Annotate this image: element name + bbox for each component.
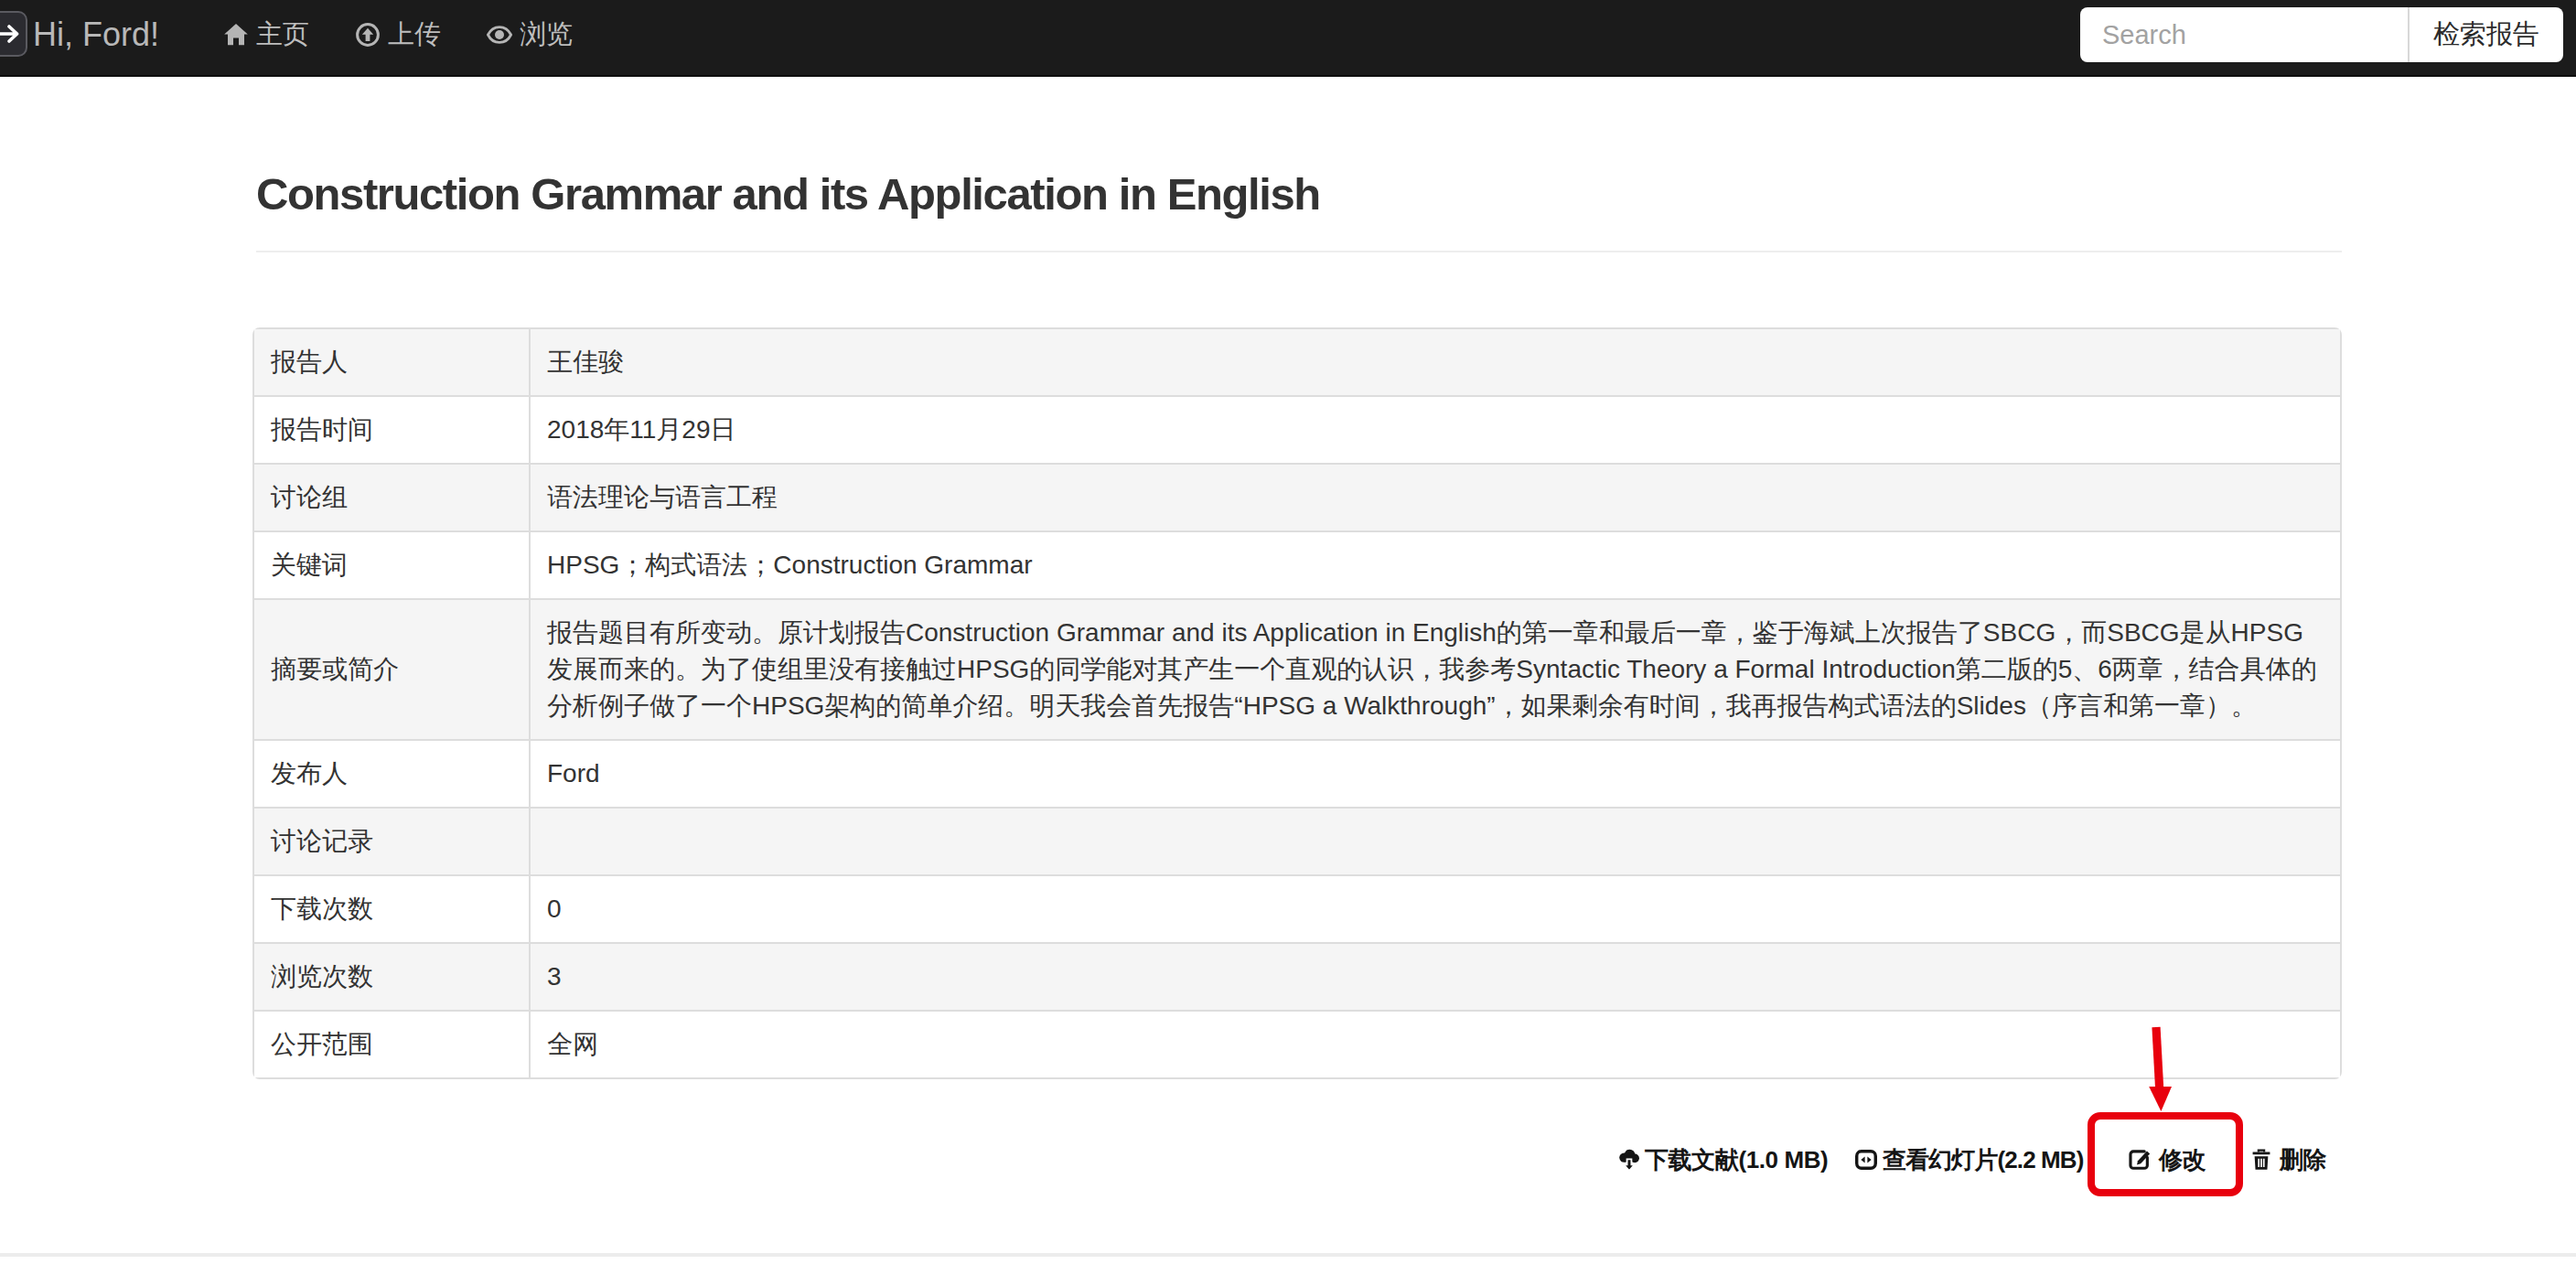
row-value <box>530 808 2341 875</box>
row-label: 讨论组 <box>253 464 530 531</box>
nav-item-browse-label: 浏览 <box>520 16 573 53</box>
row-value: 王佳骏 <box>530 328 2341 396</box>
row-value: Ford <box>530 740 2341 808</box>
row-value: 0 <box>530 875 2341 943</box>
table-row: 报告时间2018年11月29日 <box>253 396 2341 464</box>
row-label: 讨论记录 <box>253 808 530 875</box>
page-title: Construction Grammar and its Application… <box>256 163 2342 225</box>
row-label: 浏览次数 <box>253 943 530 1011</box>
row-label: 报告时间 <box>253 396 530 464</box>
nav-item-browse[interactable]: 浏览 <box>487 16 573 53</box>
table-row: 关键词HPSG；构式语法；Construction Grammar <box>253 531 2341 599</box>
download-document-label: 下载文献(1.0 MB) <box>1645 1144 1828 1176</box>
right-arrow-icon <box>0 21 21 47</box>
nav-item-upload[interactable]: 上传 <box>355 16 441 53</box>
cloud-download-icon <box>1617 1147 1641 1173</box>
row-label: 摘要或简介 <box>253 599 530 740</box>
download-document-link[interactable]: 下载文献(1.0 MB) <box>1617 1141 1828 1178</box>
edit-icon <box>2128 1148 2152 1172</box>
edit-link[interactable]: 修改 <box>2128 1141 2206 1178</box>
nav-item-home-label: 主页 <box>256 16 309 53</box>
navbar-menu: 主页 上传 浏览 <box>223 0 618 70</box>
row-value: 语法理论与语言工程 <box>530 464 2341 531</box>
table-row: 浏览次数3 <box>253 943 2341 1011</box>
row-value: HPSG；构式语法；Construction Grammar <box>530 531 2341 599</box>
table-row: 讨论记录 <box>253 808 2341 875</box>
edit-label: 修改 <box>2159 1144 2206 1176</box>
table-row: 报告人王佳骏 <box>253 328 2341 396</box>
page-header: Construction Grammar and its Application… <box>256 163 2342 252</box>
navbar: Hi, Ford! 主页 上传 浏览 检索报告 <box>0 0 2576 77</box>
table-row: 发布人Ford <box>253 740 2341 808</box>
slides-icon <box>1855 1149 1877 1171</box>
row-value: 全网 <box>530 1011 2341 1078</box>
report-detail-table: 报告人王佳骏报告时间2018年11月29日讨论组语法理论与语言工程关键词HPSG… <box>252 327 2342 1079</box>
row-value: 3 <box>530 943 2341 1011</box>
view-slides-label: 查看幻灯片(2.2 MB) <box>1883 1144 2083 1176</box>
row-label: 下载次数 <box>253 875 530 943</box>
eye-icon <box>487 22 512 48</box>
view-slides-link[interactable]: 查看幻灯片(2.2 MB) <box>1855 1141 2083 1178</box>
row-label: 报告人 <box>253 328 530 396</box>
row-label: 发布人 <box>253 740 530 808</box>
browser-extension-arrow-button[interactable] <box>0 11 27 57</box>
table-row: 下载次数0 <box>253 875 2341 943</box>
delete-label: 删除 <box>2280 1144 2326 1176</box>
table-row: 公开范围全网 <box>253 1011 2341 1078</box>
search-report-button[interactable]: 检索报告 <box>2408 7 2563 62</box>
home-icon <box>223 22 249 48</box>
navbar-brand[interactable]: Hi, Ford! <box>33 0 159 70</box>
row-value: 2018年11月29日 <box>530 396 2341 464</box>
upload-icon <box>355 22 381 48</box>
search-form: 检索报告 <box>2080 7 2563 62</box>
delete-link[interactable]: 删除 <box>2250 1141 2326 1178</box>
table-row: 讨论组语法理论与语言工程 <box>253 464 2341 531</box>
search-input[interactable] <box>2080 7 2408 62</box>
row-label: 关键词 <box>253 531 530 599</box>
nav-item-home[interactable]: 主页 <box>223 16 309 53</box>
row-value: 报告题目有所变动。原计划报告Construction Grammar and i… <box>530 599 2341 740</box>
window-bottom-divider <box>0 1253 2576 1257</box>
row-label: 公开范围 <box>253 1011 530 1078</box>
nav-item-upload-label: 上传 <box>388 16 441 53</box>
table-row: 摘要或简介报告题目有所变动。原计划报告Construction Grammar … <box>253 599 2341 740</box>
trash-icon <box>2250 1147 2272 1173</box>
